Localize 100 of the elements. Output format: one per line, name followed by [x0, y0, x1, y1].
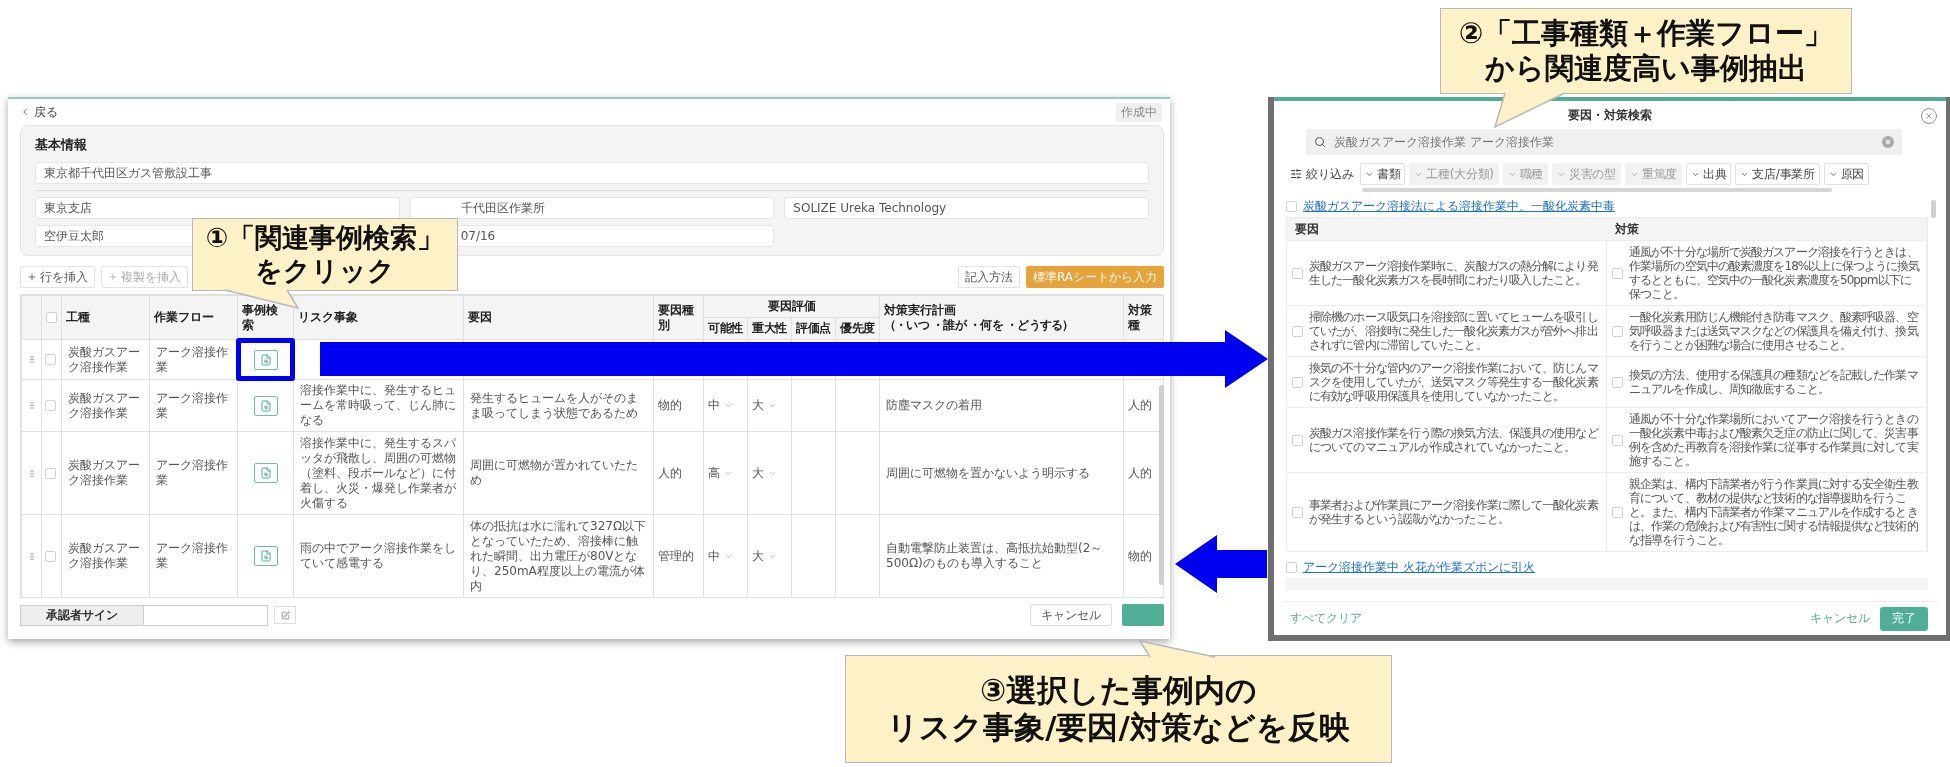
checkbox[interactable]: [1286, 561, 1297, 573]
table-cell: 人的: [1128, 465, 1152, 480]
clear-icon[interactable]: [1882, 136, 1894, 148]
chevron-left-icon: [20, 107, 30, 117]
callout-text: から関連度高い事例抽出: [1485, 51, 1807, 86]
case-link[interactable]: 炭酸ガスアーク溶接法による溶接作業中、一酸化炭素中毒: [1303, 197, 1615, 215]
table-cell: 人的: [1128, 398, 1152, 412]
guide-button[interactable]: 記入方法: [957, 266, 1020, 288]
document-search-icon: [259, 550, 272, 562]
section-title: 基本情報: [35, 136, 88, 154]
cancel-button[interactable]: キャンセル: [1030, 604, 1112, 626]
column-header: 工種: [66, 310, 91, 325]
drag-handle-icon[interactable]: [29, 552, 34, 560]
text-field[interactable]: 千代田区作業所: [409, 197, 775, 219]
search-field[interactable]: 炭酸ガスアーク溶接作業 アーク溶接作業: [1306, 129, 1902, 155]
checkbox[interactable]: [1612, 376, 1623, 388]
filter-label: 絞り込み: [1306, 165, 1354, 183]
table-cell: 発生するヒュームを人がそのまま吸ってしまう状態であるため: [470, 390, 638, 420]
callout-text: リスク事象/要因/対策などを反映: [887, 709, 1350, 747]
table-cell: 炭酸ガスアーク溶接作業: [68, 458, 140, 487]
column-header: 要因種別: [658, 302, 695, 333]
checkbox[interactable]: [45, 354, 56, 365]
select-field[interactable]: 中: [708, 548, 743, 564]
edit-button[interactable]: [274, 606, 296, 624]
select-field[interactable]: 大: [752, 465, 787, 481]
table-cell: 周囲に可燃物を置かないよう明示する: [886, 465, 1090, 480]
table-cell: 溶接作業中に、発生するスパッタが飛散し、周囲の可燃物（塗料、段ボールなど）に付着し、火災・爆発し作業者が火傷する: [300, 435, 456, 510]
insert-button[interactable]: 行を挿入: [20, 266, 95, 288]
checkbox[interactable]: [45, 400, 56, 411]
cause-text: 炭酸ガス溶接作業を行う際の換気方法、保護具の使用などについてのマニュアルが作成されていなかったこと。: [1309, 426, 1600, 454]
measure-text: 一酸化炭素用防じん機能付き防毒マスク、酸素呼吸器、空気呼吸器または送気マスクなどの保護具を備え付け、換気を行うことが困難な場合に使用させること。: [1629, 310, 1920, 352]
scrollbar[interactable]: [1159, 385, 1164, 585]
table-cell: 炭酸ガスアーク溶接作業: [68, 344, 140, 374]
table-cell: 人的: [658, 465, 682, 480]
confirm-button[interactable]: [1122, 604, 1164, 626]
checkbox[interactable]: [1612, 325, 1623, 337]
checkbox[interactable]: [1612, 434, 1623, 446]
checkbox[interactable]: [1292, 506, 1303, 518]
drag-handle-icon[interactable]: [29, 356, 34, 363]
checkbox[interactable]: [1292, 376, 1303, 388]
column-header: 対策: [1607, 218, 1927, 240]
checkbox[interactable]: [1292, 267, 1303, 279]
drag-handle-icon[interactable]: [29, 469, 34, 477]
text-field[interactable]: 東京支店: [35, 197, 400, 219]
status-badge: 作成中: [1116, 102, 1162, 122]
select-field[interactable]: 大: [752, 548, 787, 564]
table-cell: 周囲に可燃物が置かれていたため: [470, 458, 638, 487]
filter-icon: [1290, 168, 1302, 180]
checkbox[interactable]: [1286, 200, 1297, 212]
case-search-button[interactable]: [253, 463, 278, 483]
column-header: 要因: [1287, 218, 1607, 240]
column-header: リスク事象: [298, 310, 359, 325]
case-search-button[interactable]: [253, 546, 278, 566]
document-search-icon: [259, 467, 272, 479]
table-cell: 炭酸ガスアーク溶接作業: [68, 541, 140, 570]
column-header: 作業フロー: [154, 310, 215, 325]
field-value: 空伊豆太郎: [44, 227, 104, 245]
back-link[interactable]: 戻る: [20, 103, 58, 121]
checkbox[interactable]: [1292, 325, 1303, 337]
close-icon[interactable]: [1920, 107, 1938, 125]
scrollbar[interactable]: [1362, 188, 1832, 192]
cause-text: 掃除機のホース吸気口を溶接部に置いてヒュームを吸引していたが、溶接時に発生した一酸化炭素ガスが管外へ排出されずに管内に滞留していたこと。: [1309, 310, 1599, 352]
case-search-button[interactable]: [253, 395, 278, 416]
table-cell: 炭酸ガスアーク溶接作業: [68, 390, 140, 420]
table-cell: アーク溶接作業: [156, 344, 228, 374]
checkbox[interactable]: [46, 312, 57, 323]
text-field[interactable]: 東京都千代田区ガス管敷設工事: [35, 162, 1149, 184]
checkbox[interactable]: [45, 550, 56, 562]
document-search-icon: [259, 399, 272, 412]
field-value: 千代田区作業所: [460, 199, 545, 217]
filter-dropdown[interactable]: 出典: [1686, 163, 1732, 185]
scrollbar[interactable]: [1931, 200, 1936, 218]
edit-icon: [280, 610, 290, 620]
measure-text: 換気の方法、使用する保護具の種類などを記載した作業マニュアルを作成し、周知徹底すること。: [1629, 368, 1919, 396]
table-cell: アーク溶接作業: [156, 541, 228, 570]
column-header: 重大性: [752, 321, 787, 335]
checkbox[interactable]: [45, 467, 56, 479]
table-cell: 物的: [658, 398, 682, 412]
cause-text: 事業者および作業員にアーク溶接作業に際して一酸化炭素が発生するという認識がなかったこと。: [1309, 498, 1600, 526]
checkbox[interactable]: [1612, 267, 1623, 279]
column-subheader: （・いつ ・誰が ・何を ・どうする）: [884, 317, 1075, 333]
table-cell: 自動電撃防止装置は、高抵抗始動型(2～500Ω)のものも導入すること: [886, 541, 1103, 570]
checkbox[interactable]: [1292, 434, 1303, 446]
checkbox[interactable]: [1612, 506, 1623, 518]
callout-text: をクリック: [255, 254, 395, 287]
measure-text: 親企業は、構内下請業者が行う作業員に対する安全衛生教育について、教材の提供など技術的な指導援助を行うこと。また、構内下請業者が作業マニュアルを作成するときは、作業の危険および有害性に関する情報提供など技術的な指導を行うこと。: [1629, 477, 1920, 547]
table-cell: 物的: [1128, 548, 1152, 563]
table-cell: 管理的: [658, 548, 694, 563]
case-link[interactable]: アーク溶接作業中 火花が作業ズボンに引火: [1303, 558, 1535, 576]
text-field[interactable]: SOLIZE Ureka Technology: [784, 197, 1149, 219]
signature-field[interactable]: [144, 604, 268, 626]
filter-dropdown[interactable]: 支店/事業所: [1735, 163, 1820, 185]
callout-text: ③選択した事例内の: [979, 671, 1258, 709]
select-field[interactable]: 高: [708, 465, 743, 481]
filter-dropdown[interactable]: 書類: [1360, 163, 1406, 185]
case-search-button[interactable]: [253, 349, 278, 370]
drag-handle-icon[interactable]: [29, 402, 34, 409]
column-header: 可能性: [708, 321, 743, 335]
filter-dropdown[interactable]: 原因: [1823, 163, 1870, 185]
table-cell: アーク溶接作業: [156, 458, 228, 487]
